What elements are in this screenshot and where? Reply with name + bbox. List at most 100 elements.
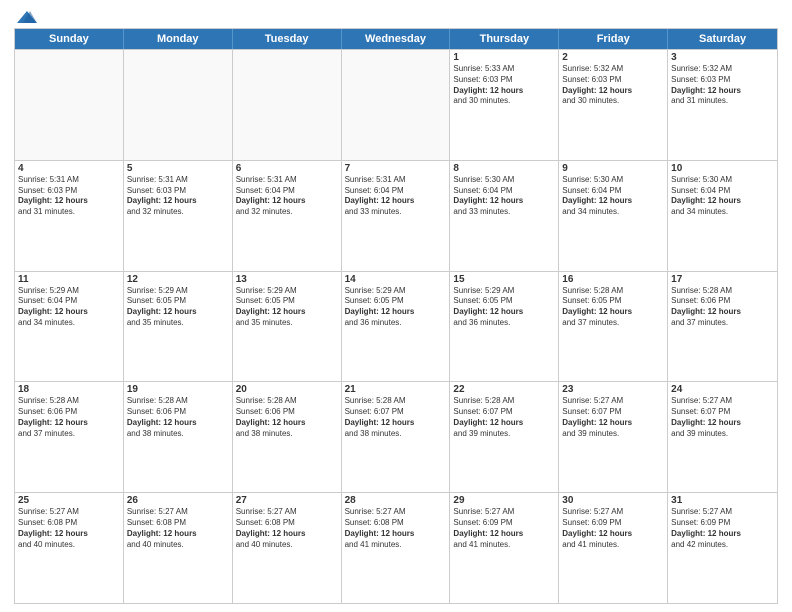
cell-line-3: and 38 minutes. xyxy=(127,429,229,440)
day-number: 30 xyxy=(562,495,664,506)
day-number: 15 xyxy=(453,274,555,285)
cell-line-0: Sunrise: 5:28 AM xyxy=(562,286,664,297)
cell-line-0: Sunrise: 5:29 AM xyxy=(453,286,555,297)
cell-line-0: Sunrise: 5:32 AM xyxy=(562,64,664,75)
cell-line-3: and 38 minutes. xyxy=(236,429,338,440)
cell-line-1: Sunset: 6:06 PM xyxy=(127,407,229,418)
cell-line-0: Sunrise: 5:27 AM xyxy=(236,507,338,518)
day-cell-9: 9Sunrise: 5:30 AMSunset: 6:04 PMDaylight… xyxy=(559,161,668,271)
day-cell-31: 31Sunrise: 5:27 AMSunset: 6:09 PMDayligh… xyxy=(668,493,777,603)
cell-line-1: Sunset: 6:05 PM xyxy=(562,296,664,307)
cell-line-1: Sunset: 6:05 PM xyxy=(453,296,555,307)
cell-line-1: Sunset: 6:05 PM xyxy=(345,296,447,307)
empty-cell xyxy=(342,50,451,160)
cell-line-2: Daylight: 12 hours xyxy=(453,307,555,318)
cell-line-3: and 36 minutes. xyxy=(345,318,447,329)
cell-line-1: Sunset: 6:09 PM xyxy=(453,518,555,529)
calendar-header: SundayMondayTuesdayWednesdayThursdayFrid… xyxy=(15,29,777,49)
day-number: 6 xyxy=(236,163,338,174)
cell-line-0: Sunrise: 5:27 AM xyxy=(18,507,120,518)
day-cell-13: 13Sunrise: 5:29 AMSunset: 6:05 PMDayligh… xyxy=(233,272,342,382)
day-cell-7: 7Sunrise: 5:31 AMSunset: 6:04 PMDaylight… xyxy=(342,161,451,271)
day-number: 4 xyxy=(18,163,120,174)
day-cell-15: 15Sunrise: 5:29 AMSunset: 6:05 PMDayligh… xyxy=(450,272,559,382)
cell-line-1: Sunset: 6:06 PM xyxy=(671,296,774,307)
calendar-week-5: 25Sunrise: 5:27 AMSunset: 6:08 PMDayligh… xyxy=(15,492,777,603)
day-header-friday: Friday xyxy=(559,29,668,49)
cell-line-0: Sunrise: 5:28 AM xyxy=(453,396,555,407)
day-cell-11: 11Sunrise: 5:29 AMSunset: 6:04 PMDayligh… xyxy=(15,272,124,382)
cell-line-2: Daylight: 12 hours xyxy=(236,529,338,540)
day-number: 28 xyxy=(345,495,447,506)
day-number: 7 xyxy=(345,163,447,174)
cell-line-0: Sunrise: 5:28 AM xyxy=(236,396,338,407)
day-number: 12 xyxy=(127,274,229,285)
day-number: 5 xyxy=(127,163,229,174)
cell-line-0: Sunrise: 5:32 AM xyxy=(671,64,774,75)
day-header-wednesday: Wednesday xyxy=(342,29,451,49)
cell-line-2: Daylight: 12 hours xyxy=(127,196,229,207)
cell-line-3: and 36 minutes. xyxy=(453,318,555,329)
cell-line-2: Daylight: 12 hours xyxy=(671,196,774,207)
cell-line-3: and 32 minutes. xyxy=(127,207,229,218)
cell-line-0: Sunrise: 5:31 AM xyxy=(127,175,229,186)
day-cell-6: 6Sunrise: 5:31 AMSunset: 6:04 PMDaylight… xyxy=(233,161,342,271)
calendar-week-3: 11Sunrise: 5:29 AMSunset: 6:04 PMDayligh… xyxy=(15,271,777,382)
day-cell-26: 26Sunrise: 5:27 AMSunset: 6:08 PMDayligh… xyxy=(124,493,233,603)
cell-line-1: Sunset: 6:03 PM xyxy=(671,75,774,86)
cell-line-1: Sunset: 6:04 PM xyxy=(345,186,447,197)
day-number: 19 xyxy=(127,384,229,395)
cell-line-3: and 33 minutes. xyxy=(453,207,555,218)
cell-line-0: Sunrise: 5:31 AM xyxy=(18,175,120,186)
cell-line-2: Daylight: 12 hours xyxy=(671,307,774,318)
cell-line-3: and 32 minutes. xyxy=(236,207,338,218)
cell-line-1: Sunset: 6:03 PM xyxy=(18,186,120,197)
day-number: 9 xyxy=(562,163,664,174)
day-header-thursday: Thursday xyxy=(450,29,559,49)
day-number: 20 xyxy=(236,384,338,395)
cell-line-2: Daylight: 12 hours xyxy=(127,418,229,429)
cell-line-3: and 37 minutes. xyxy=(671,318,774,329)
cell-line-2: Daylight: 12 hours xyxy=(18,418,120,429)
day-number: 1 xyxy=(453,52,555,63)
cell-line-3: and 33 minutes. xyxy=(345,207,447,218)
day-cell-5: 5Sunrise: 5:31 AMSunset: 6:03 PMDaylight… xyxy=(124,161,233,271)
cell-line-0: Sunrise: 5:27 AM xyxy=(562,396,664,407)
cell-line-1: Sunset: 6:09 PM xyxy=(671,518,774,529)
day-number: 27 xyxy=(236,495,338,506)
cell-line-2: Daylight: 12 hours xyxy=(671,86,774,97)
cell-line-1: Sunset: 6:08 PM xyxy=(345,518,447,529)
cell-line-2: Daylight: 12 hours xyxy=(453,418,555,429)
cell-line-0: Sunrise: 5:28 AM xyxy=(671,286,774,297)
cell-line-1: Sunset: 6:08 PM xyxy=(18,518,120,529)
cell-line-3: and 30 minutes. xyxy=(562,96,664,107)
cell-line-3: and 41 minutes. xyxy=(453,540,555,551)
cell-line-1: Sunset: 6:04 PM xyxy=(236,186,338,197)
day-cell-16: 16Sunrise: 5:28 AMSunset: 6:05 PMDayligh… xyxy=(559,272,668,382)
cell-line-2: Daylight: 12 hours xyxy=(453,86,555,97)
day-cell-23: 23Sunrise: 5:27 AMSunset: 6:07 PMDayligh… xyxy=(559,382,668,492)
day-cell-10: 10Sunrise: 5:30 AMSunset: 6:04 PMDayligh… xyxy=(668,161,777,271)
cell-line-3: and 31 minutes. xyxy=(671,96,774,107)
cell-line-3: and 38 minutes. xyxy=(345,429,447,440)
cell-line-2: Daylight: 12 hours xyxy=(18,307,120,318)
cell-line-1: Sunset: 6:07 PM xyxy=(671,407,774,418)
cell-line-1: Sunset: 6:04 PM xyxy=(671,186,774,197)
day-cell-19: 19Sunrise: 5:28 AMSunset: 6:06 PMDayligh… xyxy=(124,382,233,492)
day-cell-14: 14Sunrise: 5:29 AMSunset: 6:05 PMDayligh… xyxy=(342,272,451,382)
cell-line-2: Daylight: 12 hours xyxy=(562,196,664,207)
day-number: 26 xyxy=(127,495,229,506)
cell-line-3: and 35 minutes. xyxy=(236,318,338,329)
cell-line-3: and 31 minutes. xyxy=(18,207,120,218)
cell-line-3: and 39 minutes. xyxy=(453,429,555,440)
day-number: 10 xyxy=(671,163,774,174)
cell-line-0: Sunrise: 5:29 AM xyxy=(345,286,447,297)
day-number: 8 xyxy=(453,163,555,174)
day-cell-1: 1Sunrise: 5:33 AMSunset: 6:03 PMDaylight… xyxy=(450,50,559,160)
cell-line-1: Sunset: 6:06 PM xyxy=(18,407,120,418)
cell-line-3: and 40 minutes. xyxy=(18,540,120,551)
day-cell-4: 4Sunrise: 5:31 AMSunset: 6:03 PMDaylight… xyxy=(15,161,124,271)
empty-cell xyxy=(124,50,233,160)
cell-line-1: Sunset: 6:04 PM xyxy=(562,186,664,197)
day-cell-20: 20Sunrise: 5:28 AMSunset: 6:06 PMDayligh… xyxy=(233,382,342,492)
